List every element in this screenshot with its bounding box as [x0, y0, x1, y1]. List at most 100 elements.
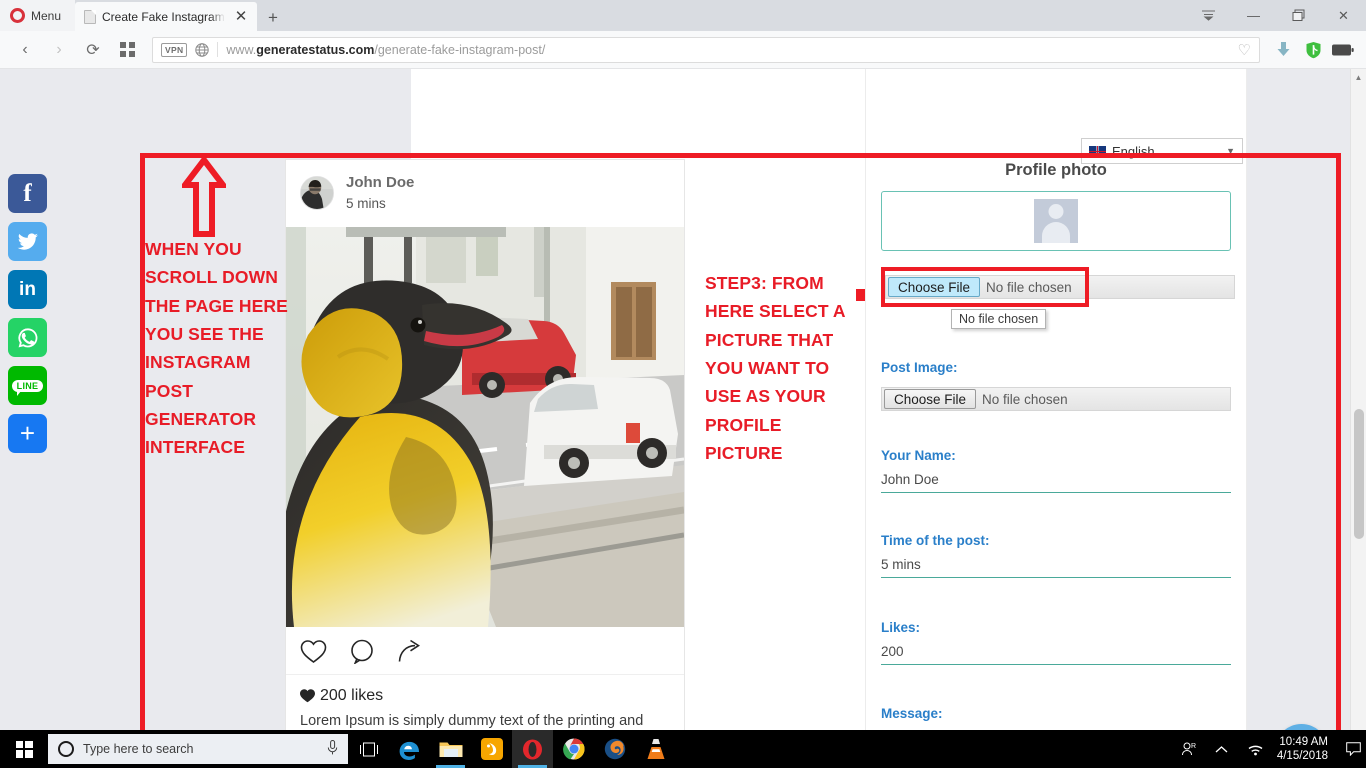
show-hidden-icons-icon[interactable]	[1205, 730, 1239, 768]
page-favicon-icon	[84, 9, 96, 24]
task-view-icon[interactable]	[348, 730, 389, 768]
post-file-status: No file chosen	[982, 391, 1068, 407]
chrome-icon[interactable]	[553, 730, 594, 768]
browser-tab[interactable]: Create Fake Instagram Pos ✕	[75, 2, 257, 31]
uk-flag-icon	[1089, 145, 1106, 157]
back-button[interactable]: ‹	[10, 35, 40, 65]
address-bar[interactable]: VPN www.generatestatus.com/generate-fake…	[152, 36, 1260, 63]
system-tray: R 10:49 AM 4/15/2018	[1171, 730, 1366, 768]
close-window-button[interactable]: ✕	[1321, 0, 1366, 31]
taskbar-date: 4/15/2018	[1276, 750, 1328, 762]
post-actions	[286, 627, 684, 676]
person-placeholder-icon	[1034, 199, 1078, 243]
your-name-field: Your Name: John Doe	[881, 448, 1231, 493]
twitter-share-icon[interactable]	[8, 222, 47, 261]
post-image-label: Post Image:	[881, 360, 958, 375]
line-share-label: LINE	[11, 379, 44, 396]
vlc-icon[interactable]	[635, 730, 676, 768]
forward-button[interactable]: ›	[44, 35, 74, 65]
reload-button[interactable]: ⟳	[78, 35, 108, 65]
facebook-share-icon[interactable]: f	[8, 174, 47, 213]
windows-logo-icon	[15, 740, 33, 758]
edge-icon[interactable]	[389, 730, 430, 768]
post-likes-label: 200 likes	[320, 687, 384, 705]
browser-tab-bar: Menu Create Fake Instagram Pos ✕ + — ✕	[0, 0, 1366, 31]
opera-logo-icon	[10, 8, 25, 23]
post-likes: 200 likes	[286, 675, 684, 709]
post-choose-file-button[interactable]: Choose File	[884, 389, 977, 409]
window-controls: — ✕	[1186, 0, 1366, 31]
people-icon[interactable]: R	[1171, 730, 1205, 768]
page-scrollbar[interactable]: ▲	[1350, 69, 1366, 730]
line-share-icon[interactable]: LINE	[8, 366, 47, 405]
your-name-label: Your Name:	[881, 448, 956, 463]
annotation-step3-note: STEP3: FROM HERE SELECT A PICTURE THAT Y…	[705, 273, 846, 464]
avatar	[300, 175, 334, 210]
maximize-button[interactable]	[1276, 0, 1321, 31]
file-explorer-icon[interactable]	[430, 730, 471, 768]
taskbar-time: 10:49 AM	[1279, 735, 1328, 748]
annotation-file-highlight-box	[881, 267, 1089, 307]
time-of-post-input[interactable]: 5 mins	[881, 557, 1231, 578]
post-time: 5 mins	[346, 195, 386, 211]
time-of-post-field: Time of the post: 5 mins	[881, 533, 1231, 578]
post-header: John Doe 5 mins	[286, 160, 684, 227]
opera-menu-button[interactable]: Menu	[0, 0, 75, 31]
page-viewport: f in LINE + John Doe 5 mins 200 likes Lo…	[0, 69, 1366, 730]
vpn-badge[interactable]: VPN	[161, 42, 188, 57]
heart-icon[interactable]: ♡	[1238, 41, 1251, 59]
post-author-name: John Doe	[346, 174, 415, 191]
battery-icon[interactable]	[1330, 44, 1356, 56]
annotation-left-note: WHEN YOU SCROLL DOWN THE PAGE HERE YOU S…	[145, 239, 288, 458]
browser-navigation-bar: ‹ › ⟳ VPN www.generatestatus.com/generat…	[0, 31, 1366, 69]
url-text: www.generatestatus.com/generate-fake-ins…	[226, 42, 546, 57]
sidebar-toggle-icon[interactable]	[1186, 0, 1231, 31]
post-caption: Lorem Ipsum is simply dummy text of the …	[300, 713, 644, 730]
taskbar-clock[interactable]: 10:49 AM 4/15/2018	[1273, 735, 1340, 764]
cortana-icon	[58, 741, 74, 757]
likes-label: Likes:	[881, 620, 921, 635]
opera-menu-label: Menu	[31, 8, 62, 23]
instagram-post-preview: John Doe 5 mins 200 likes Lorem Ipsum is…	[285, 159, 685, 730]
file-input-tooltip: No file chosen	[951, 309, 1047, 329]
linkedin-share-icon[interactable]: in	[8, 270, 47, 309]
action-center-icon[interactable]	[1340, 730, 1366, 768]
taskbar-search-box[interactable]: Type here to search	[48, 734, 348, 764]
whatsapp-share-icon[interactable]	[8, 318, 47, 357]
windows-taskbar: Type here to search R 10:49 AM 4/15/2018	[0, 730, 1366, 768]
screen: Menu Create Fake Instagram Pos ✕ + — ✕ ‹…	[0, 0, 1366, 768]
start-button[interactable]	[0, 730, 48, 768]
tab-title: Create Fake Instagram Pos	[102, 9, 225, 24]
message-field: Message: Lorem Ipsum is simply dummy tex…	[881, 706, 1231, 730]
speed-dial-button[interactable]	[112, 35, 142, 65]
language-select-value: English	[1112, 143, 1155, 159]
opera-icon[interactable]	[512, 730, 553, 768]
close-tab-button[interactable]: ✕	[231, 7, 251, 27]
comment-icon[interactable]	[349, 639, 376, 665]
message-label: Message:	[881, 706, 943, 721]
taskbar-search-placeholder: Type here to search	[83, 742, 194, 756]
new-tab-button[interactable]: +	[263, 7, 283, 27]
likes-input[interactable]: 200	[881, 644, 1231, 665]
post-image-field: Post Image:	[881, 360, 1231, 384]
minimize-button[interactable]: —	[1231, 0, 1276, 31]
download-icon[interactable]	[1270, 41, 1296, 58]
globe-icon	[195, 42, 210, 57]
shield-icon[interactable]	[1300, 41, 1326, 59]
post-image-file-input[interactable]: Choose File No file chosen	[881, 387, 1231, 411]
post-image	[286, 227, 684, 628]
your-name-input[interactable]: John Doe	[881, 472, 1231, 493]
scrollbar-thumb[interactable]	[1354, 409, 1364, 539]
uc-browser-icon[interactable]	[471, 730, 512, 768]
social-share-rail: f in LINE +	[8, 174, 47, 453]
firefox-icon[interactable]	[594, 730, 635, 768]
scroll-up-arrow-icon[interactable]: ▲	[1351, 69, 1366, 85]
share-icon[interactable]	[398, 639, 425, 664]
chevron-down-icon: ▼	[1226, 146, 1235, 156]
time-of-post-label: Time of the post:	[881, 533, 990, 548]
wifi-icon[interactable]	[1239, 730, 1273, 768]
share-more-icon[interactable]: +	[8, 414, 47, 453]
heart-filled-icon	[300, 689, 315, 703]
microphone-icon[interactable]	[327, 740, 338, 758]
heart-icon[interactable]	[300, 639, 327, 664]
